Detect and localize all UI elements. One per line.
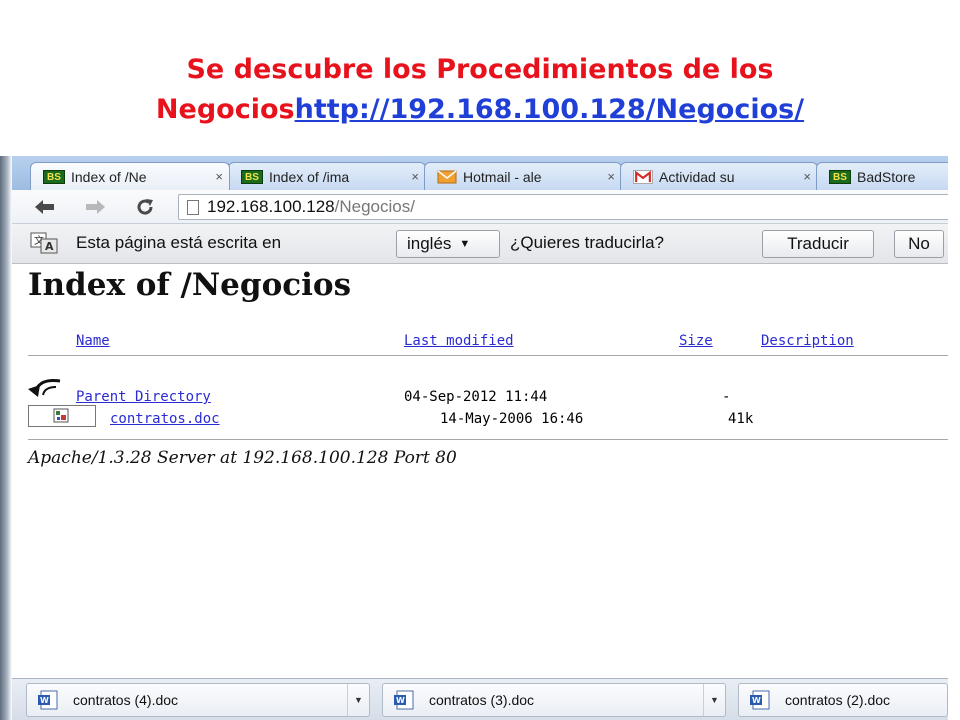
svg-text:W: W bbox=[752, 696, 761, 705]
close-icon[interactable]: × bbox=[607, 169, 615, 184]
column-name-header[interactable]: Name bbox=[76, 333, 110, 349]
page-title: Index of /Negocios bbox=[28, 267, 352, 303]
file-icon-frame bbox=[28, 405, 96, 427]
chevron-down-icon: ▼ bbox=[459, 238, 471, 250]
close-icon[interactable]: × bbox=[215, 169, 223, 184]
column-size-header[interactable]: Size bbox=[679, 333, 713, 349]
tab-title: Index of /Ne bbox=[71, 168, 147, 185]
word-document-icon: W bbox=[394, 690, 414, 710]
download-item[interactable]: W contratos (2).doc bbox=[738, 683, 948, 717]
svg-text:W: W bbox=[396, 696, 405, 705]
forward-arrow-icon bbox=[86, 200, 105, 214]
translate-icon: 文 A bbox=[30, 232, 58, 254]
row-size: - bbox=[722, 389, 731, 405]
download-filename: contratos (3).doc bbox=[429, 692, 535, 708]
page-icon bbox=[187, 199, 199, 215]
row-modified: 14-May-2006 16:46 bbox=[440, 411, 584, 427]
sort-by-modified-link[interactable]: Last modified bbox=[404, 333, 514, 349]
language-value: inglés bbox=[407, 234, 452, 253]
row-size: 41k bbox=[728, 411, 754, 427]
tab-badstore[interactable]: BS BadStore bbox=[816, 162, 948, 190]
badstore-favicon-icon: BS bbox=[829, 169, 851, 184]
tab-strip: BS Index of /Ne × BS Index of /ima × Hot… bbox=[12, 156, 948, 190]
download-item[interactable]: W contratos (3).doc ▼ bbox=[382, 683, 726, 717]
close-icon[interactable]: × bbox=[803, 169, 811, 184]
sort-by-description-link[interactable]: Description bbox=[761, 333, 854, 349]
list-item[interactable]: Parent Directory bbox=[76, 389, 211, 405]
translate-message: Esta página está escrita en bbox=[76, 233, 282, 252]
address-host: 192.168.100.128 bbox=[207, 197, 335, 216]
download-filename: contratos (2).doc bbox=[785, 692, 891, 708]
back-folder-icon bbox=[28, 379, 61, 397]
tab-title: Hotmail - ale bbox=[463, 168, 542, 185]
forward-button[interactable] bbox=[82, 195, 108, 219]
tab-hotmail[interactable]: Hotmail - ale × bbox=[424, 162, 622, 190]
slide-title: Se descubre los Procedimientos de los Ne… bbox=[0, 50, 960, 130]
reload-button[interactable] bbox=[132, 195, 158, 219]
tab-title: Index of /ima bbox=[269, 168, 350, 185]
browser-window: BS Index of /Ne × BS Index of /ima × Hot… bbox=[0, 156, 948, 720]
tab-title: Actividad su bbox=[659, 168, 735, 185]
hotmail-envelope-icon bbox=[437, 169, 457, 183]
translate-bar: 文 A Esta página está escrita en inglés ▼… bbox=[12, 224, 948, 264]
back-arrow-icon bbox=[35, 200, 54, 214]
server-signature: Apache/1.3.28 Server at 192.168.100.128 … bbox=[28, 448, 457, 468]
no-button[interactable]: No bbox=[894, 230, 944, 258]
page-content: Index of /Negocios Name Last modified Si… bbox=[12, 265, 948, 685]
download-filename: contratos (4).doc bbox=[73, 692, 179, 708]
download-item[interactable]: W contratos (4).doc ▼ bbox=[26, 683, 370, 717]
chevron-down-icon[interactable]: ▼ bbox=[703, 684, 725, 716]
sort-by-size-link[interactable]: Size bbox=[679, 333, 713, 349]
tab-title: BadStore bbox=[857, 168, 916, 185]
parent-directory-link[interactable]: Parent Directory bbox=[76, 389, 211, 405]
slide-title-line1: Se descubre los Procedimientos de los bbox=[186, 54, 774, 85]
broken-image-icon bbox=[53, 408, 69, 423]
close-icon[interactable]: × bbox=[411, 169, 419, 184]
browser-toolbar: 192.168.100.128/Negocios/ bbox=[12, 190, 948, 224]
tab-gmail-activity[interactable]: Actividad su × bbox=[620, 162, 818, 190]
column-description-header[interactable]: Description bbox=[761, 333, 854, 349]
list-item[interactable]: contratos.doc bbox=[110, 411, 220, 427]
slide-title-line2: Negocioshttp://192.168.100.128/Negocios/ bbox=[0, 90, 960, 130]
translate-question: ¿Quieres traducirla? bbox=[510, 233, 665, 252]
language-select[interactable]: inglés ▼ bbox=[396, 230, 500, 258]
tab-index-images[interactable]: BS Index of /ima × bbox=[228, 162, 426, 190]
slide-title-prefix: Negocios bbox=[155, 94, 295, 125]
translate-button[interactable]: Traducir bbox=[762, 230, 874, 258]
reload-icon bbox=[137, 199, 153, 215]
back-button[interactable] bbox=[32, 195, 58, 219]
word-document-icon: W bbox=[38, 690, 58, 710]
badstore-favicon-icon: BS bbox=[241, 169, 263, 184]
header-divider bbox=[28, 355, 948, 356]
tab-index-negocios[interactable]: BS Index of /Ne × bbox=[30, 162, 230, 190]
sort-by-name-link[interactable]: Name bbox=[76, 333, 110, 349]
word-document-icon: W bbox=[750, 690, 770, 710]
slide-title-link[interactable]: http://192.168.100.128/Negocios/ bbox=[295, 94, 804, 125]
svg-text:W: W bbox=[40, 696, 49, 705]
download-shelf: W contratos (4).doc ▼ W contratos (3).do… bbox=[12, 678, 948, 720]
window-edge bbox=[0, 156, 12, 720]
address-path: /Negocios/ bbox=[334, 197, 415, 216]
file-link-contratos-doc[interactable]: contratos.doc bbox=[110, 411, 220, 427]
column-modified-header[interactable]: Last modified bbox=[404, 333, 514, 349]
gmail-icon bbox=[633, 169, 653, 184]
footer-divider bbox=[28, 439, 948, 440]
address-bar[interactable]: 192.168.100.128/Negocios/ bbox=[178, 194, 948, 220]
badstore-favicon-icon: BS bbox=[43, 169, 65, 184]
row-modified: 04-Sep-2012 11:44 bbox=[404, 389, 548, 405]
chevron-down-icon[interactable]: ▼ bbox=[347, 684, 369, 716]
svg-text:A: A bbox=[45, 240, 54, 253]
